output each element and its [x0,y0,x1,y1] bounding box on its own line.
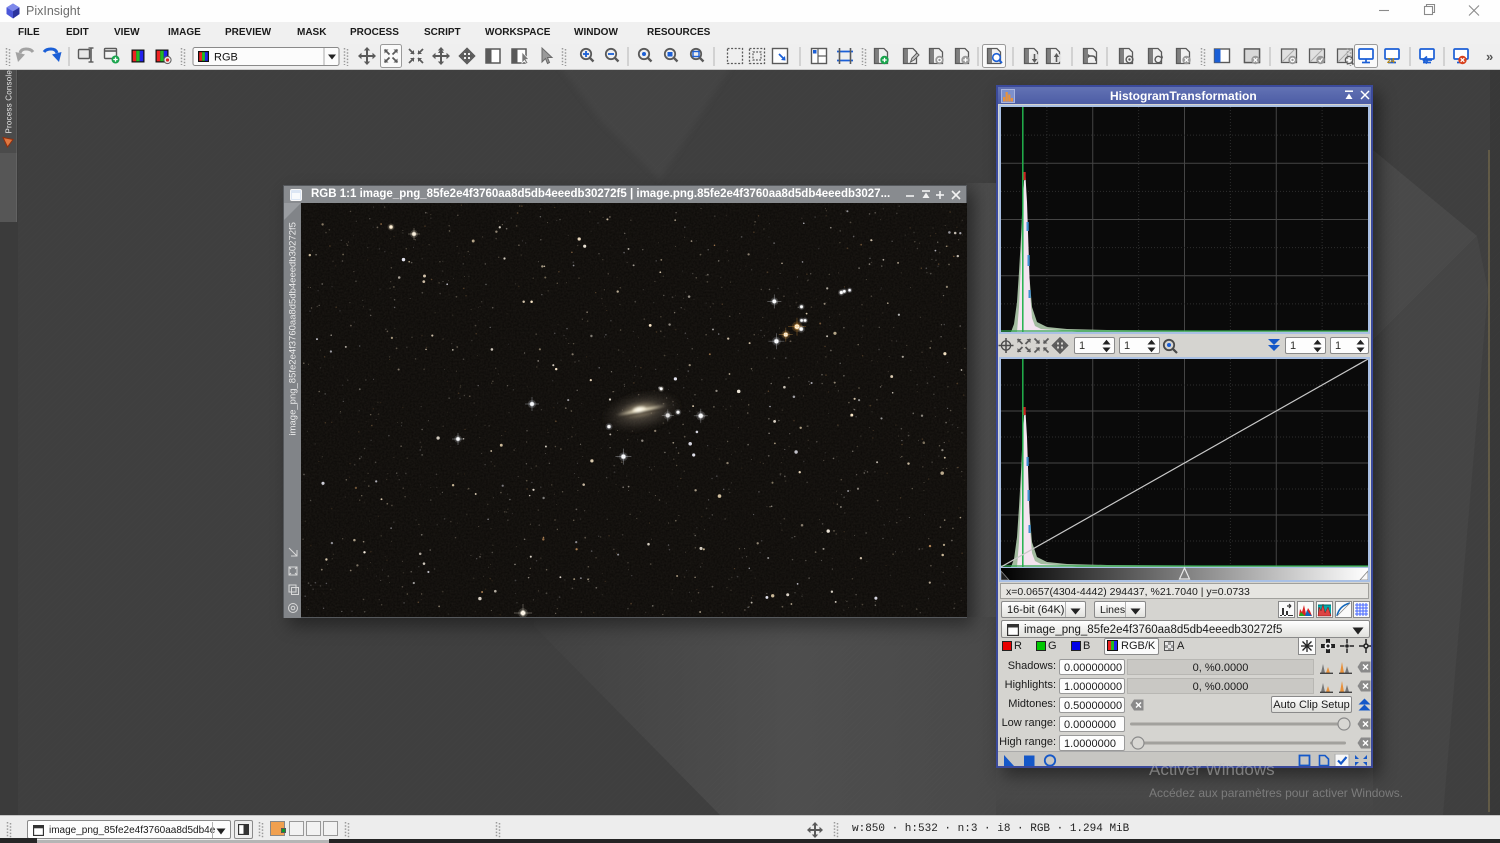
svg-text:RGB: RGB [214,52,238,64]
svg-text:»: » [1486,49,1493,64]
svg-text:24: 24 [1387,58,1395,65]
